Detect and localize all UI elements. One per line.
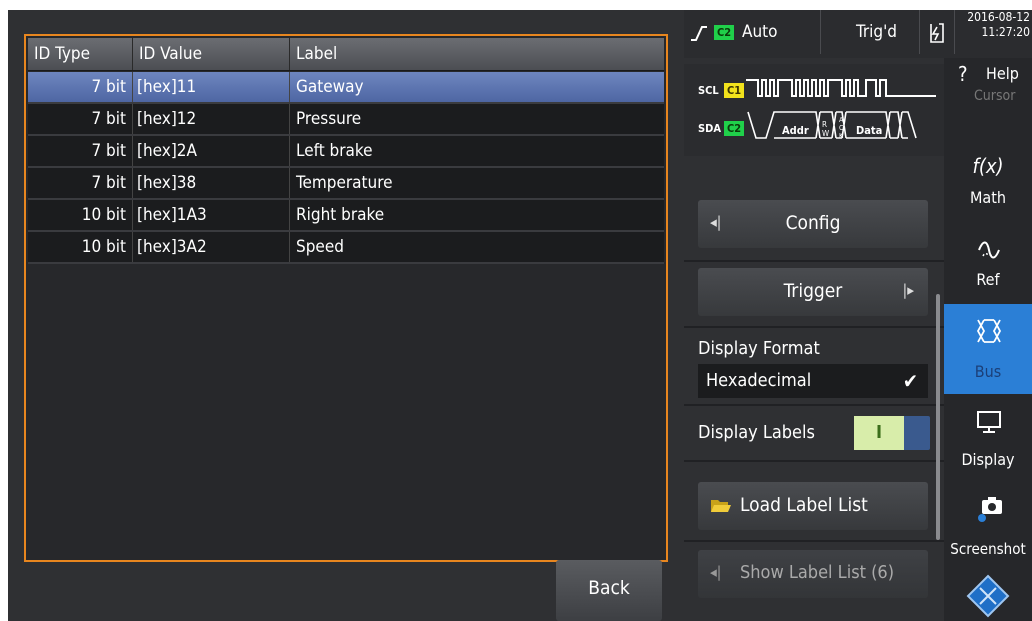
settings-scrollbar[interactable] (936, 294, 940, 540)
trigger-label: Trigger (783, 280, 843, 302)
table-row[interactable]: 7 bit [hex]38 Temperature (28, 168, 664, 200)
date: 2016-08-12 (967, 10, 1030, 24)
trigger-button[interactable]: Trigger |▸ (698, 268, 928, 316)
cell-id-type: 7 bit (91, 173, 126, 193)
trigger-mode[interactable]: Auto (742, 22, 778, 42)
table-header: ID Type ID Value Label (28, 38, 664, 71)
cell-id-type: 7 bit (91, 77, 126, 97)
scl-label: SCL (698, 84, 719, 97)
timestamp: 2016-08-12 11:27:20 (967, 10, 1030, 40)
cell-label: Pressure (289, 104, 664, 134)
folder-icon (711, 500, 731, 512)
math-label: Math (969, 188, 1006, 207)
monitor-icon (977, 411, 1001, 433)
scl-waveform-icon (746, 79, 936, 97)
cell-label: Left brake (289, 136, 664, 166)
screenshot-button[interactable]: Screenshot (944, 484, 1032, 574)
cell-label: Right brake (289, 200, 664, 230)
bus-button[interactable]: Bus (944, 304, 1032, 394)
rising-edge-icon (691, 26, 707, 41)
ref-label: Ref (976, 270, 1000, 289)
cell-label: Gateway (289, 72, 664, 102)
bus-icon (976, 319, 1002, 343)
run-stop-icon[interactable] (926, 22, 948, 44)
frame-data: Data (856, 124, 883, 137)
cell-id-type: 10 bit (81, 237, 126, 257)
config-button[interactable]: ◂| Config (698, 200, 928, 248)
frame-rw: R W (822, 120, 830, 138)
load-label-list-button[interactable]: Load Label List (698, 482, 928, 530)
column-header-id-type[interactable]: ID Type (28, 38, 132, 70)
show-label-list-button[interactable]: ◂| Show Label List (6) (698, 550, 928, 598)
trigger-source-badge: C2 (714, 25, 735, 40)
cell-id-value: [hex]1A3 (132, 200, 289, 230)
left-arrow-icon: ◂| (710, 563, 722, 581)
cell-label: Speed (289, 232, 664, 262)
cursor-label: Cursor (974, 88, 1016, 104)
load-label-list-label: Load Label List (740, 494, 868, 516)
right-toolbar: ? Help Cursor f(x) Math Ref Bus Display … (944, 58, 1032, 621)
cell-id-value: [hex]12 (132, 104, 289, 134)
chevron-down-icon: ✔ (902, 369, 918, 393)
bus-settings-panel: ◂| Config Trigger |▸ Display Format Hexa… (684, 160, 944, 621)
time: 11:27:20 (981, 25, 1030, 39)
label-table: ID Type ID Value Label 7 bit [hex]11 Gat… (24, 34, 668, 562)
config-label: Config (785, 212, 841, 234)
sda-label: SDA (698, 122, 722, 135)
cell-id-value: [hex]3A2 (132, 232, 289, 262)
column-header-label[interactable]: Label (289, 38, 664, 70)
display-labels-toggle[interactable]: I (854, 416, 930, 450)
math-button[interactable]: f(x) Math (944, 154, 1032, 224)
back-button[interactable]: Back (556, 560, 662, 621)
cell-id-type: 7 bit (91, 141, 126, 161)
toggle-on-indicator: I (854, 416, 904, 450)
show-label-list-label: Show Label List (6) (740, 562, 895, 583)
ref-button[interactable]: Ref (944, 224, 1032, 304)
cell-id-type: 10 bit (81, 205, 126, 225)
frame-addr: Addr (782, 124, 809, 137)
i2c-decode-diagram: SCL C1 SDA C2 Addr R W A C K Data (684, 64, 944, 156)
cell-id-value: [hex]11 (132, 72, 289, 102)
cell-id-value: [hex]2A (132, 136, 289, 166)
bus-label: Bus (974, 362, 1002, 381)
cell-id-value: [hex]38 (132, 168, 289, 198)
help-button[interactable]: ? Help Cursor (944, 58, 1032, 110)
oscilloscope-screen: ID Type ID Value Label 7 bit [hex]11 Gat… (8, 10, 1032, 621)
cell-label: Temperature (289, 168, 664, 198)
trigger-state: Trig'd (856, 22, 897, 42)
cell-id-type: 7 bit (91, 109, 126, 129)
display-format-label: Display Format (698, 338, 820, 359)
column-header-id-value[interactable]: ID Value (132, 38, 289, 70)
help-icon: ? (958, 62, 968, 86)
right-arrow-icon: |▸ (902, 281, 914, 299)
display-labels-label: Display Labels (698, 422, 815, 443)
table-row[interactable]: 10 bit [hex]3A2 Speed (28, 232, 664, 264)
table-row[interactable]: 7 bit [hex]11 Gateway (28, 72, 664, 104)
display-button[interactable]: Display (944, 402, 1032, 482)
status-bar: C2 Auto Trig'd 2016-08-12 11:27:20 (684, 10, 1032, 58)
help-label: Help (986, 64, 1019, 83)
display-format-select[interactable]: Hexadecimal ✔ (698, 364, 928, 398)
table-row[interactable]: 7 bit [hex]12 Pressure (28, 104, 664, 136)
display-format-value: Hexadecimal (706, 370, 812, 391)
math-icon: f(x) (972, 154, 1004, 178)
frame-ack: A C K (839, 116, 844, 140)
rohde-schwarz-logo[interactable] (966, 574, 1010, 618)
scl-channel-badge: C1 (724, 83, 745, 98)
display-label: Display (961, 450, 1015, 469)
ref-waveform-icon (978, 241, 1000, 259)
sda-channel-badge: C2 (724, 121, 745, 136)
camera-icon (978, 497, 1002, 522)
screenshot-label: Screenshot (950, 540, 1026, 558)
table-row[interactable]: 7 bit [hex]2A Left brake (28, 136, 664, 168)
table-row[interactable]: 10 bit [hex]1A3 Right brake (28, 200, 664, 232)
